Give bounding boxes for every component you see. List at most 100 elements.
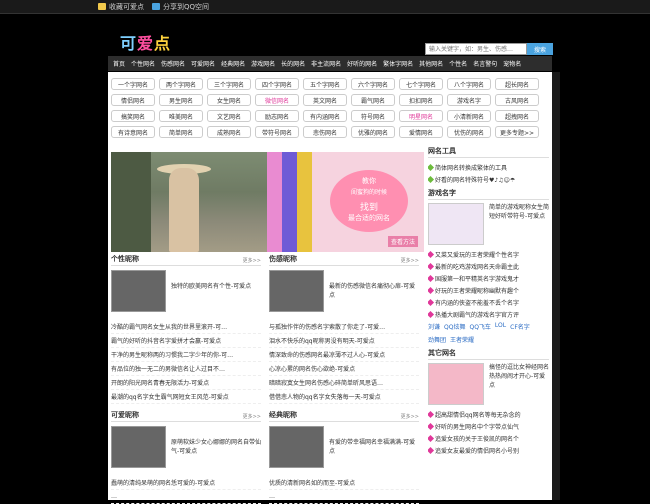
search-button[interactable]: 搜索 bbox=[527, 43, 553, 55]
gamelist-item[interactable]: 又菜又爱玩的王者荣耀个性名字 bbox=[428, 248, 549, 260]
list-item[interactable]: 情深致命的伤感网名最凉薄不过人心-可爱点 bbox=[269, 348, 419, 362]
tools-item[interactable]: 好看的网名特殊符号♥♪♫☺☂ bbox=[428, 173, 549, 185]
tag-6[interactable]: 七个字网名 bbox=[399, 78, 443, 90]
tag-20[interactable]: 文艺网名 bbox=[207, 110, 251, 122]
more-link[interactable]: 更多>> bbox=[243, 257, 261, 264]
nav-item-0[interactable]: 首页 bbox=[113, 59, 125, 68]
tag-24[interactable]: 明星网名 bbox=[399, 110, 443, 122]
nav-item-12[interactable]: 名言警句 bbox=[473, 59, 497, 68]
more-link[interactable]: 更多>> bbox=[401, 257, 419, 264]
nav-item-1[interactable]: 个性网名 bbox=[131, 59, 155, 68]
nav-item-8[interactable]: 好听的网名 bbox=[347, 59, 377, 68]
tag-5[interactable]: 六个字网名 bbox=[351, 78, 395, 90]
tag-26[interactable]: 超拽网名 bbox=[495, 110, 539, 122]
tag-9[interactable]: 情侣网名 bbox=[111, 94, 155, 106]
tag-16[interactable]: 游戏名字 bbox=[447, 94, 491, 106]
tag-30[interactable]: 带符号网名 bbox=[255, 126, 299, 138]
other-feature[interactable]: 搞怪的逗比女神经网名热热闹闹才开心-可爱点 bbox=[428, 363, 549, 405]
game-feature[interactable]: 简单的游戏昵称女生简短好听带符号-可爱点 bbox=[428, 203, 549, 245]
list-item[interactable]: 最潮的qq名字女生霸气网短女王风范-可爱点 bbox=[111, 390, 261, 404]
nav-item-3[interactable]: 可爱网名 bbox=[191, 59, 215, 68]
bookmark-link[interactable]: 收藏可爱点 bbox=[98, 2, 144, 12]
tag-34[interactable]: 忧伤的网名 bbox=[447, 126, 491, 138]
tag-35[interactable]: 更多专题>> bbox=[495, 126, 539, 138]
more-link[interactable]: 更多>> bbox=[401, 413, 419, 420]
tag-19[interactable]: 唯美网名 bbox=[159, 110, 203, 122]
gamelist-item[interactable]: 最新的吃鸡游戏网名天命霸主此 bbox=[428, 260, 549, 272]
nav-item-4[interactable]: 经典网名 bbox=[221, 59, 245, 68]
list-item[interactable]: 泪水不快乐的qq昵称男没有明天-可爱点 bbox=[269, 334, 419, 348]
nav-item-10[interactable]: 其他网名 bbox=[419, 59, 443, 68]
nav-item-9[interactable]: 繁体字网名 bbox=[383, 59, 413, 68]
game-link[interactable]: LOL bbox=[495, 322, 506, 331]
tag-31[interactable]: 悲伤网名 bbox=[303, 126, 347, 138]
nav-item-5[interactable]: 游戏网名 bbox=[251, 59, 275, 68]
tag-17[interactable]: 古风网名 bbox=[495, 94, 539, 106]
site-logo[interactable]: 可爱点 bbox=[120, 30, 171, 54]
tag-33[interactable]: 爱情网名 bbox=[399, 126, 443, 138]
list-item[interactable]: 开朗的阳光网名青春无限活力-可爱点 bbox=[111, 376, 261, 390]
tag-8[interactable]: 超长网名 bbox=[495, 78, 539, 90]
section-feature[interactable]: 原萌软妹少女心娜娜的网名自带仙气-可爱点 bbox=[111, 426, 261, 470]
search-input[interactable] bbox=[425, 43, 527, 55]
list-item[interactable]: 暗暗寂寞女生网名伤感心碎简单昕风思语… bbox=[269, 376, 419, 390]
tag-15[interactable]: 扣扣网名 bbox=[399, 94, 443, 106]
tag-4[interactable]: 五个字网名 bbox=[303, 78, 347, 90]
gamelist-item[interactable]: 有内涵的侠盗不能羞不丢个名字 bbox=[428, 296, 549, 308]
gamelist-item[interactable]: 国服第一和平精英名字游戏鬼才 bbox=[428, 272, 549, 284]
section-feature[interactable]: 独特的欧美网名有个性-可爱点 bbox=[111, 270, 261, 314]
tools-item[interactable]: 简体网名转换成繁体的工具 bbox=[428, 161, 549, 173]
more-link[interactable]: 更多>> bbox=[243, 413, 261, 420]
list-item[interactable]: 有品位的独一无二的男微信名让人过目不… bbox=[111, 362, 261, 376]
nav-item-6[interactable]: 长的网名 bbox=[281, 59, 305, 68]
game-link[interactable]: 劲舞团 bbox=[428, 335, 446, 344]
game-link[interactable]: 刘谦 bbox=[428, 322, 440, 331]
tag-29[interactable]: 成熟网名 bbox=[207, 126, 251, 138]
list-item[interactable]: 优质的清新网名如的而至-可爱点 bbox=[269, 476, 419, 490]
tag-11[interactable]: 女生网名 bbox=[207, 94, 251, 106]
tag-25[interactable]: 小清新网名 bbox=[447, 110, 491, 122]
tag-22[interactable]: 有内涵网名 bbox=[303, 110, 347, 122]
list-item[interactable]: 借借悲人物的qq名字女失落每一天-可爱点 bbox=[269, 390, 419, 404]
tag-2[interactable]: 三个字网名 bbox=[207, 78, 251, 90]
game-link[interactable]: CF名字 bbox=[510, 322, 530, 331]
section-feature[interactable]: 有爱的带幸福网名幸福满满-可爱点 bbox=[269, 426, 419, 470]
tag-28[interactable]: 简单网名 bbox=[159, 126, 203, 138]
section-feature[interactable]: 最新的伤感微信名痛彻心扉-可爱点 bbox=[269, 270, 419, 314]
tag-3[interactable]: 四个字网名 bbox=[255, 78, 299, 90]
otherlist-item[interactable]: 好听的男生网名中个字带点仙气 bbox=[428, 420, 549, 432]
tag-14[interactable]: 霸气网名 bbox=[351, 94, 395, 106]
list-item[interactable]: 蠢萌的清纯呆萌的网名恁可爱的-可爱点 bbox=[111, 476, 261, 490]
list-item[interactable]: 与孤独作伴的伤感名字索散了你走了-可爱… bbox=[269, 320, 419, 334]
tag-32[interactable]: 优雅的网名 bbox=[351, 126, 395, 138]
game-link[interactable]: QQ炫舞 bbox=[444, 322, 465, 331]
tag-10[interactable]: 男生网名 bbox=[159, 94, 203, 106]
tag-21[interactable]: 励志网名 bbox=[255, 110, 299, 122]
list-item[interactable]: 霸气的好听的抖音名字爱拼才会赢-可爱点 bbox=[111, 334, 261, 348]
gamelist-item[interactable]: 热播大剧霸气的游戏名字官方评 bbox=[428, 308, 549, 320]
promo-look-button[interactable]: 查看方法 bbox=[387, 236, 418, 247]
tag-27[interactable]: 有诗意网名 bbox=[111, 126, 155, 138]
tag-13[interactable]: 英文网名 bbox=[303, 94, 347, 106]
nav-item-11[interactable]: 个性名 bbox=[449, 59, 467, 68]
list-item[interactable]: … bbox=[269, 490, 419, 504]
list-item[interactable]: … bbox=[111, 490, 261, 504]
nav-item-13[interactable]: 宠物名 bbox=[503, 59, 521, 68]
gamelist-item[interactable]: 好玩的王者荣耀昵称幽默有趣个 bbox=[428, 284, 549, 296]
tag-12[interactable]: 微信网名 bbox=[255, 94, 299, 106]
otherlist-item[interactable]: 超高甜情侣qq网名等每无杂念的 bbox=[428, 408, 549, 420]
scrollbar[interactable] bbox=[552, 72, 560, 500]
tag-1[interactable]: 两个字网名 bbox=[159, 78, 203, 90]
game-link[interactable]: 王者荣耀 bbox=[450, 335, 474, 344]
otherlist-item[interactable]: 追爱女孩的关于王俊凯的网名个 bbox=[428, 432, 549, 444]
banner[interactable]: 教你 闺蜜狗的时候 找到 最合适的网名 查看方法 bbox=[111, 152, 424, 252]
list-item[interactable]: 干净的男生昵称两的习惯我二字少年的你-可… bbox=[111, 348, 261, 362]
game-link[interactable]: QQ飞车 bbox=[469, 322, 490, 331]
otherlist-item[interactable]: 追爱女友最爱的情侣网名小号别 bbox=[428, 444, 549, 456]
tag-0[interactable]: 一个字网名 bbox=[111, 78, 155, 90]
list-item[interactable]: 冷酷的霸气网名女生从我的世界里滚开-可… bbox=[111, 320, 261, 334]
tag-18[interactable]: 搞笑网名 bbox=[111, 110, 155, 122]
tag-23[interactable]: 符号网名 bbox=[351, 110, 395, 122]
tag-7[interactable]: 八个字网名 bbox=[447, 78, 491, 90]
nav-item-2[interactable]: 伤感网名 bbox=[161, 59, 185, 68]
